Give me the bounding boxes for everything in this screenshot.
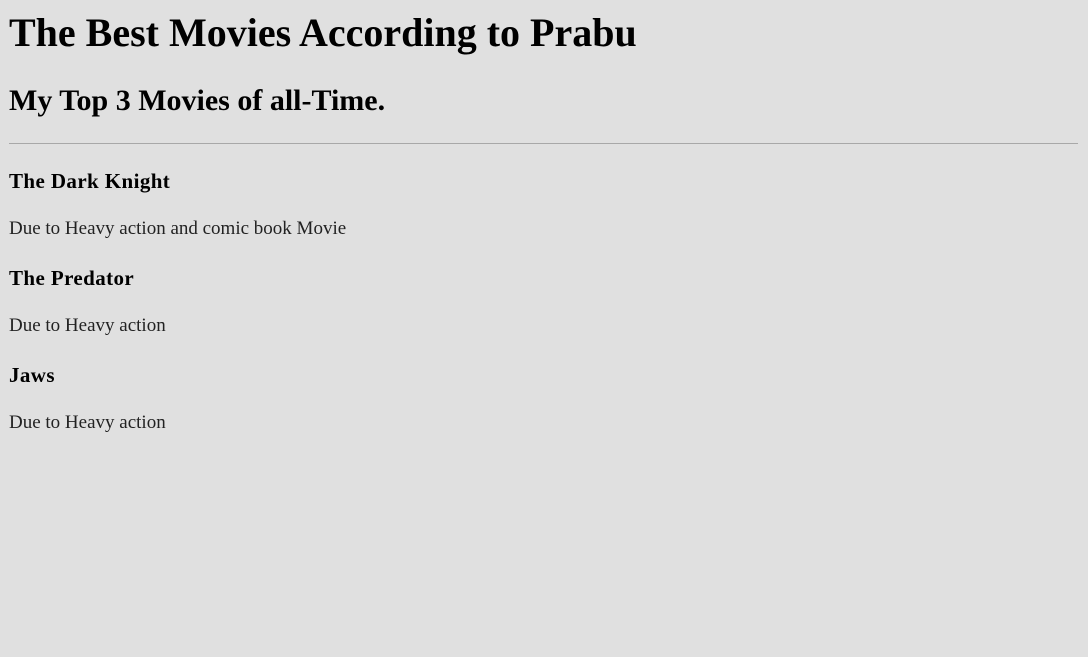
movie-title: The Dark Knight <box>9 169 171 193</box>
movie-title: Jaws <box>9 363 55 387</box>
divider <box>9 143 1078 144</box>
movie-reason: Due to Heavy action <box>9 315 166 336</box>
page-subtitle: My Top 3 Movies of all-Time. <box>9 84 386 117</box>
movie-reason: Due to Heavy action <box>9 412 166 433</box>
page: The Best Movies According to Prabu My To… <box>0 0 1088 657</box>
movie-title: The Predator <box>9 266 135 290</box>
movie-reason: Due to Heavy action and comic book Movie <box>9 218 347 239</box>
page-title: The Best Movies According to Prabu <box>9 10 637 55</box>
